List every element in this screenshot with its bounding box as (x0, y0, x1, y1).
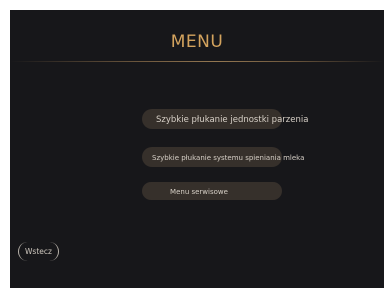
back-button[interactable]: Wstecz (18, 242, 59, 261)
rinse-milk-system-label: Szybkie płukanie systemu spieniania mlek… (152, 154, 305, 162)
rinse-brewing-unit-button[interactable]: Szybkie płukanie jednostki parzenia (142, 109, 308, 129)
rinse-milk-system-button[interactable]: Szybkie płukanie systemu spieniania mlek… (142, 147, 304, 167)
display-screen: MENU Szybkie płukanie jednostki parzenia… (10, 10, 384, 288)
title-divider (10, 61, 384, 62)
service-menu-button[interactable]: Menu serwisowe (142, 182, 282, 200)
rinse-brewing-unit-label: Szybkie płukanie jednostki parzenia (156, 115, 309, 125)
page-title: MENU (170, 32, 224, 52)
back-button-label: Wstecz (25, 247, 52, 256)
service-menu-label: Menu serwisowe (170, 188, 228, 196)
